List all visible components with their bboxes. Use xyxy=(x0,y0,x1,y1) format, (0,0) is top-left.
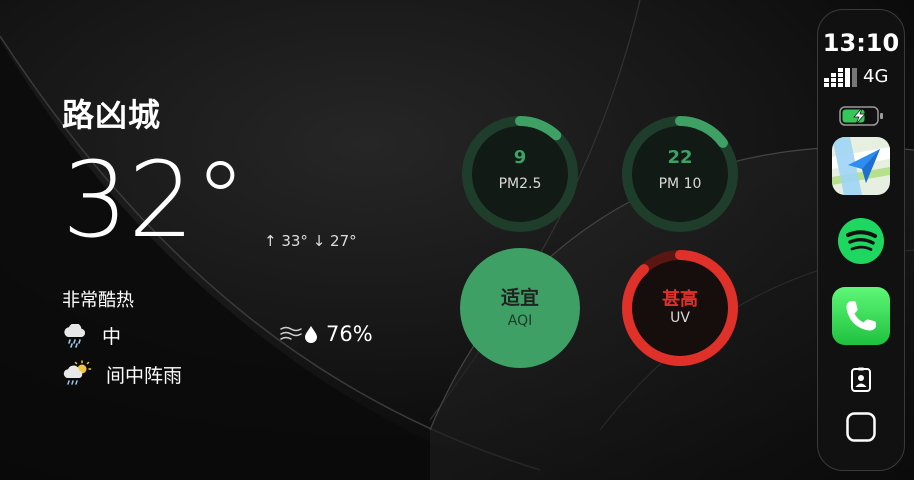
battery-charging-icon xyxy=(839,106,883,126)
uv-label: UV xyxy=(670,310,690,326)
rain-level-row: 中 xyxy=(62,322,121,349)
pm25-label: PM2.5 xyxy=(498,176,542,192)
humidity-indicator: 76% xyxy=(280,322,373,346)
droplet-icon xyxy=(305,326,317,343)
maps-app[interactable] xyxy=(832,137,890,195)
home-square-icon[interactable] xyxy=(846,412,876,442)
pm10-ring xyxy=(622,116,738,232)
uv-value: 甚高 xyxy=(662,289,698,310)
wind-icon xyxy=(280,326,302,340)
pm25-ring xyxy=(462,116,578,232)
forecast-row: 间中阵雨 xyxy=(62,360,182,388)
pm10-label: PM 10 xyxy=(658,176,702,192)
current-temperature: 32° xyxy=(62,139,247,261)
phone-icon xyxy=(832,287,890,345)
pm25-value: 9 xyxy=(513,147,527,168)
signal-bars-icon xyxy=(824,67,857,87)
high-low-temperature: ↑ 33° ↓ 27° xyxy=(264,232,357,250)
phone-app[interactable] xyxy=(832,287,890,345)
maps-icon xyxy=(832,137,890,195)
pm25-gauge[interactable]: 9 PM2.5 xyxy=(459,113,581,235)
sun-cloud-rain-icon xyxy=(63,360,92,385)
signal-status: 4G xyxy=(824,66,888,87)
battery-indicator xyxy=(839,105,885,131)
humidity-value: 76% xyxy=(326,322,373,346)
spotify-icon xyxy=(832,212,890,270)
network-type: 4G xyxy=(863,66,889,87)
aqi-label: AQI xyxy=(507,313,533,329)
contact-card-icon[interactable] xyxy=(850,367,872,393)
rain-level-text: 中 xyxy=(102,326,122,348)
aqi-value: 适宜 xyxy=(500,287,539,309)
carplay-dock: 13:10 4G xyxy=(817,9,905,471)
spotify-app[interactable] xyxy=(832,212,890,270)
forecast-text: 间中阵雨 xyxy=(106,364,183,387)
condition-text: 非常酷热 xyxy=(62,290,134,311)
city-name: 路凶城 xyxy=(62,96,162,134)
aqi-gauge[interactable]: 适宜 AQI xyxy=(459,247,581,369)
pm10-gauge[interactable]: 22 PM 10 xyxy=(619,113,741,235)
rain-cloud-icon xyxy=(64,323,85,348)
uv-gauge[interactable]: 甚高 UV xyxy=(619,247,741,369)
status-time: 13:10 xyxy=(822,29,900,57)
pm10-value: 22 xyxy=(667,147,693,168)
